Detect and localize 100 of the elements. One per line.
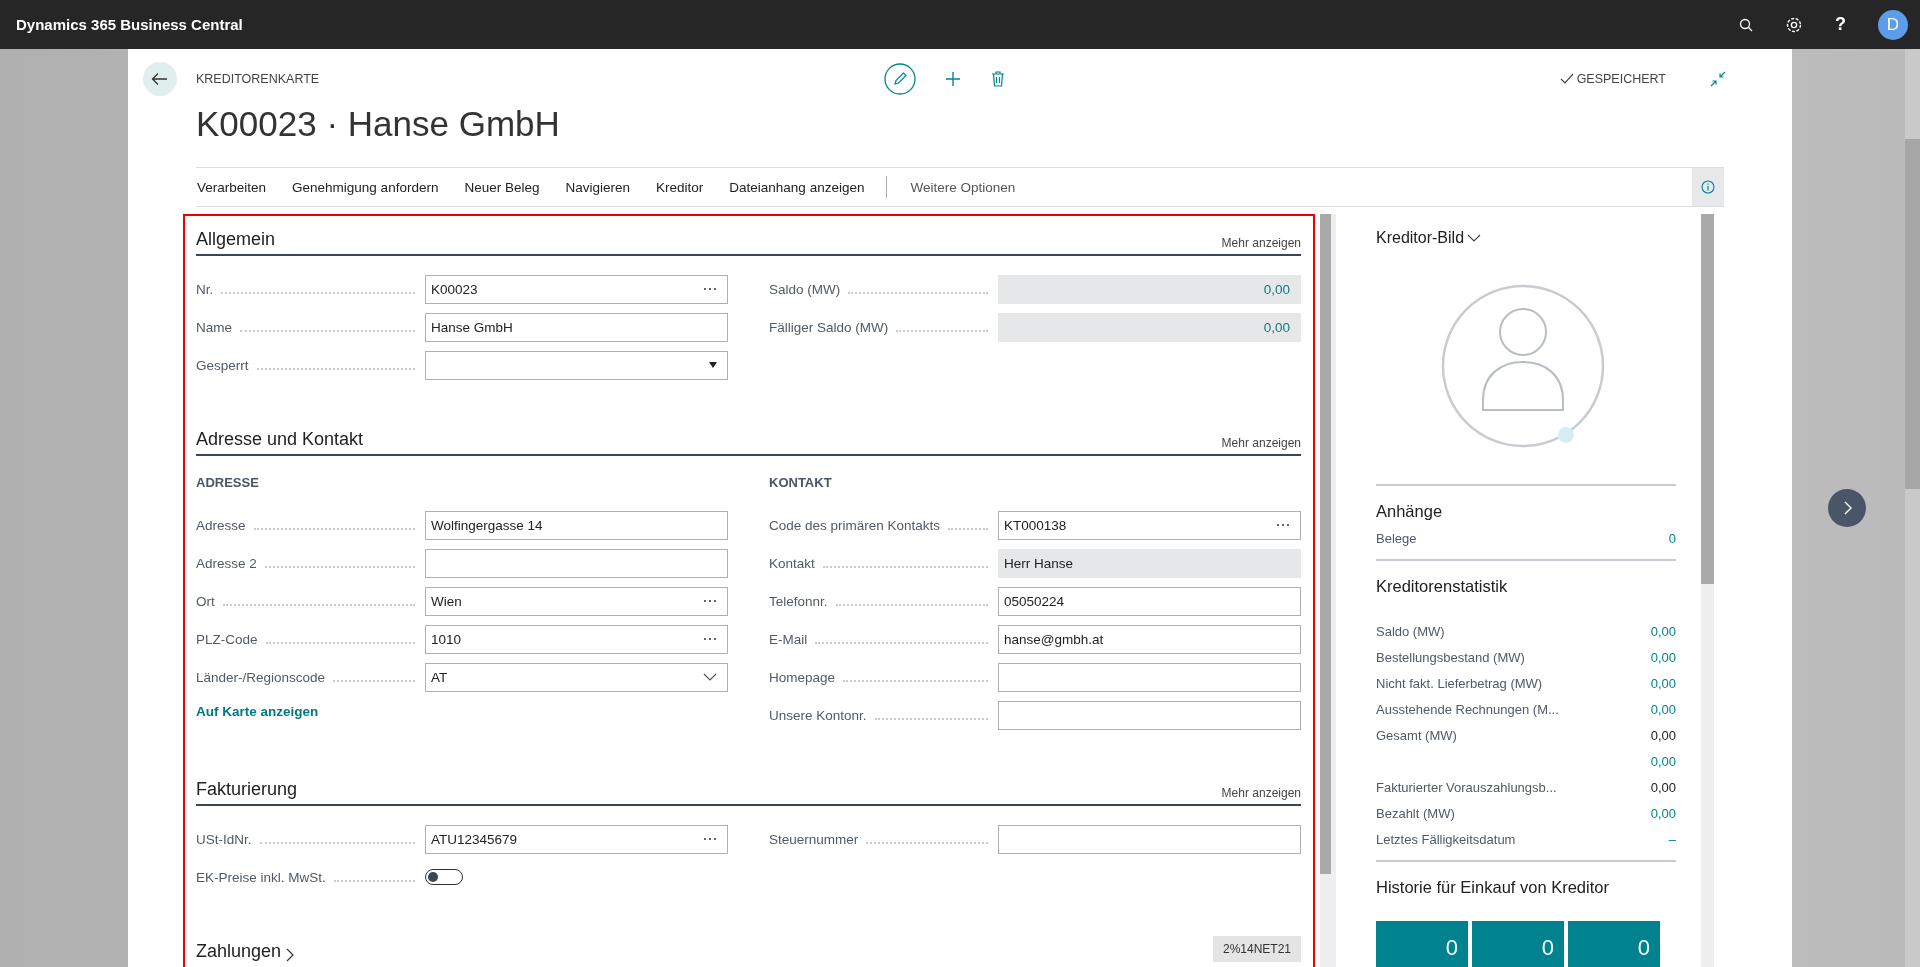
- stat-label: Letztes Fälligkeitsdatum: [1376, 831, 1516, 847]
- stat-value[interactable]: 0: [1668, 530, 1676, 546]
- info-button[interactable]: [1692, 168, 1724, 206]
- text-field[interactable]: 1010: [425, 624, 728, 654]
- section-title[interactable]: Fakturierung: [196, 779, 298, 800]
- checkmark-icon: [1559, 73, 1574, 85]
- field-label: Adresse 2: [196, 555, 257, 571]
- history-tile[interactable]: 0: [1472, 921, 1564, 967]
- text-field[interactable]: [998, 824, 1301, 854]
- section-header[interactable]: Zahlungen 2%14NET21: [196, 928, 1301, 966]
- stat-value[interactable]: 0,00: [1650, 753, 1676, 769]
- stat-label: Nicht fakt. Lieferbetrag (MW): [1376, 675, 1543, 691]
- app-title: Dynamics 365 Business Central: [16, 16, 243, 33]
- show-more-link[interactable]: Mehr anzeigen: [1221, 786, 1301, 800]
- info-icon[interactable]: [1701, 180, 1715, 194]
- action-menu-item[interactable]: Kreditor: [655, 179, 704, 195]
- section-title[interactable]: Allgemein: [196, 229, 276, 250]
- section-header[interactable]: Allgemein Mehr anzeigen: [196, 216, 1301, 256]
- dropdown-triangle-icon[interactable]: [709, 362, 717, 368]
- action-menu-item[interactable]: Neuer Beleg: [463, 179, 540, 195]
- page-scrollbar[interactable]: [1905, 49, 1920, 967]
- action-menu-item[interactable]: Verarbeiten: [196, 179, 267, 195]
- group-heading: KONTAKT: [769, 474, 833, 492]
- field-label: Ort: [196, 593, 215, 609]
- show-more-link[interactable]: Mehr anzeigen: [1221, 236, 1301, 250]
- field-label: USt-IdNr.: [196, 831, 252, 847]
- stat-value[interactable]: 0,00: [1650, 649, 1676, 665]
- stat-value[interactable]: 0,00: [1650, 701, 1676, 717]
- chevron-right-icon[interactable]: [285, 948, 296, 962]
- more-options-menu[interactable]: Weitere Optionen: [909, 179, 1016, 195]
- history-tile[interactable]: 0: [1568, 921, 1660, 967]
- section-header[interactable]: Adresse und Kontakt Mehr anzeigen: [196, 416, 1301, 456]
- edit-button[interactable]: [884, 63, 917, 95]
- text-field[interactable]: Wien: [425, 586, 728, 616]
- scrollbar[interactable]: [1320, 214, 1331, 967]
- page-title: K00023 · Hanse GmbH: [196, 104, 561, 144]
- field-label: Nr.: [196, 281, 214, 297]
- page-caption: KREDITORENKARTE: [196, 72, 320, 86]
- stat-value[interactable]: –: [1668, 831, 1676, 847]
- text-field[interactable]: Hanse GmbH: [425, 312, 728, 342]
- summary-badge: 2%14NET21: [1212, 936, 1301, 962]
- next-record-button[interactable]: [1828, 489, 1866, 527]
- collapse-icon[interactable]: [1710, 71, 1726, 87]
- stat-label: Belege: [1376, 530, 1417, 546]
- more-dots-icon[interactable]: [703, 599, 717, 603]
- amount-field[interactable]: 0,00: [998, 274, 1301, 304]
- stat-label: Bestellungsbestand (MW): [1376, 649, 1525, 665]
- stat-label: Saldo (MW): [1376, 623, 1445, 639]
- text-field[interactable]: Wolfingergasse 14: [425, 510, 728, 540]
- factbox-heading: Kreditorenstatistik: [1376, 577, 1509, 596]
- field-label: Fälliger Saldo (MW): [769, 319, 889, 335]
- factbox-title[interactable]: Kreditor-Bild: [1376, 229, 1465, 247]
- section-title[interactable]: Adresse und Kontakt: [196, 429, 364, 450]
- scrollbar[interactable]: [1701, 214, 1714, 967]
- more-dots-icon[interactable]: [703, 637, 717, 641]
- show-more-link[interactable]: Mehr anzeigen: [1221, 436, 1301, 450]
- stat-value[interactable]: 0,00: [1650, 623, 1676, 639]
- stat-label: Fakturierter Vorauszahlungsb...: [1376, 779, 1557, 795]
- delete-icon[interactable]: [990, 70, 1007, 88]
- field-label: Gesperrt: [196, 357, 249, 373]
- chevron-down-icon[interactable]: [703, 673, 717, 681]
- more-dots-icon[interactable]: [703, 837, 717, 841]
- field-label: Unsere Kontonr.: [769, 707, 867, 723]
- field-label: E-Mail: [769, 631, 808, 647]
- dropdown-field[interactable]: [425, 350, 728, 380]
- more-dots-icon[interactable]: [703, 287, 717, 291]
- stat-label: Gesamt (MW): [1376, 727, 1457, 743]
- text-field[interactable]: KT000138: [998, 510, 1301, 540]
- section-title[interactable]: Zahlungen: [196, 941, 282, 962]
- text-field[interactable]: hanse@gmbh.at: [998, 624, 1301, 654]
- more-dots-icon[interactable]: [1276, 523, 1290, 527]
- text-field[interactable]: ATU12345679: [425, 824, 728, 854]
- action-menu-item[interactable]: Navigieren: [564, 179, 631, 195]
- text-field[interactable]: [425, 548, 728, 578]
- action-menu-item[interactable]: Genehmigung anfordern: [291, 179, 439, 195]
- add-icon[interactable]: [944, 70, 963, 88]
- stat-value: 0,00: [1650, 779, 1676, 795]
- show-on-map-link[interactable]: Auf Karte anzeigen: [196, 704, 319, 719]
- settings-icon[interactable]: [1785, 15, 1803, 34]
- section-header[interactable]: Fakturierung Mehr anzeigen: [196, 766, 1301, 806]
- action-menu-item[interactable]: Dateianhang anzeigen: [728, 179, 865, 195]
- stat-label: Bezahlt (MW): [1376, 805, 1455, 821]
- field-label: Code des primären Kontakts: [769, 517, 941, 533]
- history-tile[interactable]: 0: [1376, 921, 1468, 967]
- text-field[interactable]: [998, 662, 1301, 692]
- field-label: Name: [196, 319, 232, 335]
- text-field[interactable]: [998, 700, 1301, 730]
- stat-value[interactable]: 0,00: [1650, 805, 1676, 821]
- field-label: Homepage: [769, 669, 836, 685]
- chevron-down-icon[interactable]: [1467, 234, 1482, 242]
- dropdown-field[interactable]: AT: [425, 662, 728, 692]
- text-field[interactable]: 05050224: [998, 586, 1301, 616]
- stat-value: 0,00: [1650, 727, 1676, 743]
- amount-field[interactable]: 0,00: [998, 312, 1301, 342]
- text-field[interactable]: K00023: [425, 274, 728, 304]
- search-icon[interactable]: [1739, 17, 1753, 32]
- field-label: Länder-/Regionscode: [196, 669, 326, 685]
- back-button[interactable]: [143, 62, 177, 96]
- help-button[interactable]: ?: [1835, 14, 1846, 35]
- stat-value[interactable]: 0,00: [1650, 675, 1676, 691]
